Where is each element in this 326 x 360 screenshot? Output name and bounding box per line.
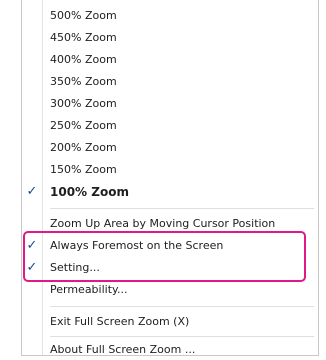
checkmark-icon: ✓	[26, 260, 38, 275]
menu-item-zoom-200[interactable]: 200% Zoom	[50, 138, 117, 158]
menu-item-zoom-up-area[interactable]: Zoom Up Area by Moving Cursor Position	[50, 214, 275, 234]
context-menu: 500% Zoom 450% Zoom 400% Zoom 350% Zoom …	[21, 0, 319, 356]
menu-item-always-foremost[interactable]: Always Foremost on the Screen	[50, 236, 223, 256]
menu-item-zoom-350[interactable]: 350% Zoom	[50, 72, 117, 92]
menu-item-zoom-500[interactable]: 500% Zoom	[50, 6, 117, 26]
menu-item-about[interactable]: About Full Screen Zoom ...	[50, 340, 195, 360]
menu-item-setting[interactable]: Setting...	[50, 258, 100, 278]
menu-separator	[50, 336, 314, 337]
menu-item-zoom-250[interactable]: 250% Zoom	[50, 116, 117, 136]
menu-item-permeability[interactable]: Permeability...	[50, 280, 127, 300]
menu-item-exit-full-screen-zoom[interactable]: Exit Full Screen Zoom (X)	[50, 312, 189, 332]
checkmark-icon: ✓	[26, 184, 38, 199]
menu-item-zoom-450[interactable]: 450% Zoom	[50, 28, 117, 48]
menu-item-zoom-300[interactable]: 300% Zoom	[50, 94, 117, 114]
menu-item-zoom-100[interactable]: 100% Zoom	[50, 182, 129, 202]
menu-gutter-divider	[42, 0, 43, 355]
menu-separator	[50, 208, 314, 209]
menu-separator	[50, 306, 314, 307]
menu-item-zoom-150[interactable]: 150% Zoom	[50, 160, 117, 180]
menu-item-zoom-400[interactable]: 400% Zoom	[50, 50, 117, 70]
checkmark-icon: ✓	[26, 238, 38, 253]
